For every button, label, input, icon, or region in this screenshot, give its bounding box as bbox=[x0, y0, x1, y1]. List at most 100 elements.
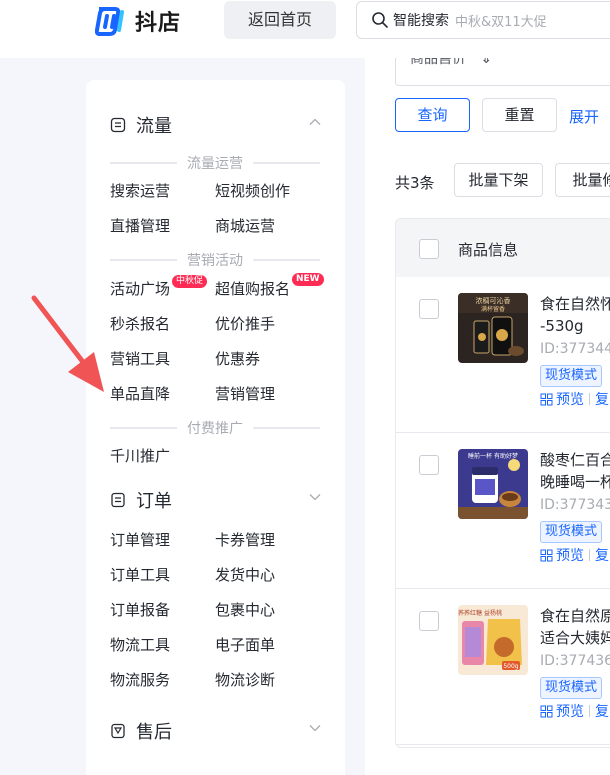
menu-item-coupons[interactable]: 优惠券 bbox=[215, 348, 260, 369]
menu-item-logistics-service[interactable]: 物流服务 bbox=[110, 669, 170, 690]
preview-link[interactable]: 预览 bbox=[556, 545, 584, 565]
product-name-line: 食在自然原 bbox=[540, 607, 610, 625]
price-sort-label: 商品售价 bbox=[410, 58, 466, 67]
chevron-down-icon[interactable] bbox=[308, 490, 322, 504]
after-sales-icon bbox=[111, 723, 125, 739]
menu-item-order-report[interactable]: 订单报备 bbox=[110, 599, 170, 620]
section-title: 营销活动 bbox=[187, 253, 243, 269]
product-name[interactable]: 酸枣仁百合 晚睡喝一杯 bbox=[540, 449, 610, 493]
brand-name: 抖店 bbox=[135, 11, 182, 36]
menu-item-marketing-management[interactable]: 营销管理 bbox=[215, 383, 275, 404]
price-sort-select[interactable]: 商品售价 ⇕ bbox=[395, 58, 610, 86]
menu-item-price-promoter[interactable]: 优价推手 bbox=[215, 313, 275, 334]
copy-link[interactable]: 复 bbox=[595, 389, 609, 409]
product-thumbnail[interactable]: 浓稠可沁香 满杯留香 bbox=[458, 293, 528, 363]
product-name-line: 适合大姨妈 bbox=[540, 629, 610, 647]
row-actions: 预览 复 bbox=[540, 545, 609, 565]
select-all-checkbox[interactable] bbox=[419, 239, 439, 259]
menu-item-value-buy[interactable]: 超值购报名 bbox=[215, 278, 290, 299]
section-header-marketing: 营销活动 bbox=[110, 252, 320, 269]
bulk-edit-button[interactable]: 批量修 bbox=[555, 163, 610, 197]
search-label: 智能搜索 bbox=[393, 13, 449, 29]
search-icon bbox=[372, 12, 388, 28]
copy-link[interactable]: 复 bbox=[595, 701, 609, 721]
total-count: 共3条 bbox=[395, 174, 435, 192]
menu-item-flash-sale[interactable]: 秒杀报名 bbox=[110, 313, 170, 334]
table-row: 荞荞红糖 益杨桃 500g 食在自然原 适合大姨妈 ID:3774365 现货模… bbox=[396, 589, 610, 745]
query-button[interactable]: 查询 bbox=[395, 98, 470, 132]
section-title: 付费推广 bbox=[187, 421, 243, 437]
menu-item-activity-plaza[interactable]: 活动广场 bbox=[110, 278, 170, 299]
preview-link[interactable]: 预览 bbox=[556, 389, 584, 409]
product-id: ID:3773447 bbox=[540, 341, 610, 357]
product-name-line: 酸枣仁百合 bbox=[540, 451, 610, 469]
product-thumbnail[interactable]: 荞荞红糖 益杨桃 500g bbox=[458, 605, 528, 675]
section-title: 流量运营 bbox=[187, 156, 243, 172]
menu-item-single-discount[interactable]: 单品直降 bbox=[110, 383, 170, 404]
thumb-text: 浓稠可沁香 bbox=[476, 296, 511, 305]
mid-autumn-badge: 中秋促 bbox=[172, 275, 208, 288]
product-thumbnail[interactable]: 睡前一杯 有助好梦 bbox=[458, 449, 528, 519]
menu-item-shipping-center[interactable]: 发货中心 bbox=[215, 564, 275, 585]
menu-item-mall-ops[interactable]: 商城运营 bbox=[215, 215, 275, 236]
menu-item-voucher-management[interactable]: 卡券管理 bbox=[215, 529, 275, 550]
back-home-button[interactable]: 返回首页 bbox=[224, 1, 336, 39]
product-name[interactable]: 食在自然原 适合大姨妈 bbox=[540, 605, 610, 649]
copy-link[interactable]: 复 bbox=[595, 545, 609, 565]
row-checkbox[interactable] bbox=[419, 611, 439, 631]
menu-group-after-sales[interactable]: 售后 bbox=[110, 718, 322, 744]
smart-search-box[interactable]: 智能搜索 中秋&双11大促 bbox=[356, 1, 610, 39]
menu-item-short-video[interactable]: 短视频创作 bbox=[215, 180, 290, 201]
search-hint: 中秋&双11大促 bbox=[455, 14, 547, 30]
product-image-walnut-powder: 浓稠可沁香 满杯留香 bbox=[458, 293, 528, 363]
side-menu: 流量 流量运营 搜索运营 短视频创作 直播管理 商城运营 营销活动 活动广场 中… bbox=[86, 80, 345, 775]
sort-caret-icon: ⇕ bbox=[480, 58, 493, 67]
stock-mode-tag: 现货模式 bbox=[540, 677, 603, 699]
product-name-line: 食在自然怀 bbox=[540, 295, 610, 313]
menu-item-order-management[interactable]: 订单管理 bbox=[110, 529, 170, 550]
table-header: 商品信息 bbox=[396, 219, 610, 277]
brand-logo-icon bbox=[95, 7, 124, 36]
menu-group-title: 订单 bbox=[136, 491, 172, 512]
product-list-panel: 商品售价 ⇕ 查询 重置 展开 共3条 批量下架 批量修 商品信息 浓稠可沁香 … bbox=[365, 58, 610, 775]
expand-filters-link[interactable]: 展开 bbox=[569, 106, 599, 127]
row-checkbox[interactable] bbox=[419, 455, 439, 475]
product-image-brown-sugar: 荞荞红糖 益杨桃 500g bbox=[458, 605, 528, 675]
menu-group-orders[interactable]: 订单 bbox=[110, 487, 322, 513]
reset-button[interactable]: 重置 bbox=[482, 98, 557, 132]
stock-mode-tag: 现货模式 bbox=[540, 521, 603, 543]
row-actions: 预览 复 bbox=[540, 389, 609, 409]
top-bar: 抖店 返回首页 智能搜索 中秋&双11大促 bbox=[0, 0, 610, 58]
row-checkbox[interactable] bbox=[419, 299, 439, 319]
menu-group-traffic[interactable]: 流量 bbox=[110, 112, 322, 138]
product-id: ID:3774365 bbox=[540, 653, 610, 669]
product-table: 商品信息 浓稠可沁香 满杯留香 食在自然怀 -530g ID:37734 现货模… bbox=[395, 218, 610, 748]
menu-item-logistics-diagnosis[interactable]: 物流诊断 bbox=[215, 669, 275, 690]
menu-item-e-waybill[interactable]: 电子面单 bbox=[215, 634, 275, 655]
row-actions: 预览 复 bbox=[540, 701, 609, 721]
menu-item-order-tools[interactable]: 订单工具 bbox=[110, 564, 170, 585]
menu-item-logistics-tools[interactable]: 物流工具 bbox=[110, 634, 170, 655]
preview-link[interactable]: 预览 bbox=[556, 701, 584, 721]
product-id: ID:3773439 bbox=[540, 497, 610, 513]
thumb-text: 500g bbox=[503, 663, 518, 670]
chevron-up-icon[interactable] bbox=[308, 115, 322, 129]
menu-item-qianchuan[interactable]: 千川推广 bbox=[110, 445, 170, 466]
menu-item-package-center[interactable]: 包裹中心 bbox=[215, 599, 275, 620]
traffic-icon bbox=[110, 117, 126, 133]
order-icon bbox=[111, 492, 125, 508]
chevron-down-icon[interactable] bbox=[308, 721, 322, 735]
menu-group-title: 售后 bbox=[136, 722, 172, 743]
product-name[interactable]: 食在自然怀 -530g bbox=[540, 293, 610, 337]
table-row: 睡前一杯 有助好梦 酸枣仁百合 晚睡喝一杯 ID:3773439 现货模式 预览 bbox=[396, 433, 610, 589]
new-badge: NEW bbox=[292, 273, 324, 286]
menu-item-search-ops[interactable]: 搜索运营 bbox=[110, 180, 170, 201]
menu-group-title: 流量 bbox=[136, 116, 172, 137]
product-name-line: 晚睡喝一杯 bbox=[540, 473, 610, 491]
logo[interactable]: 抖店 bbox=[95, 5, 181, 37]
product-name-line: -530g bbox=[540, 317, 584, 335]
bulk-delist-button[interactable]: 批量下架 bbox=[454, 163, 543, 197]
section-header-traffic-ops: 流量运营 bbox=[110, 155, 320, 172]
menu-item-marketing-tools[interactable]: 营销工具 bbox=[110, 348, 170, 369]
menu-item-live-management[interactable]: 直播管理 bbox=[110, 215, 170, 236]
